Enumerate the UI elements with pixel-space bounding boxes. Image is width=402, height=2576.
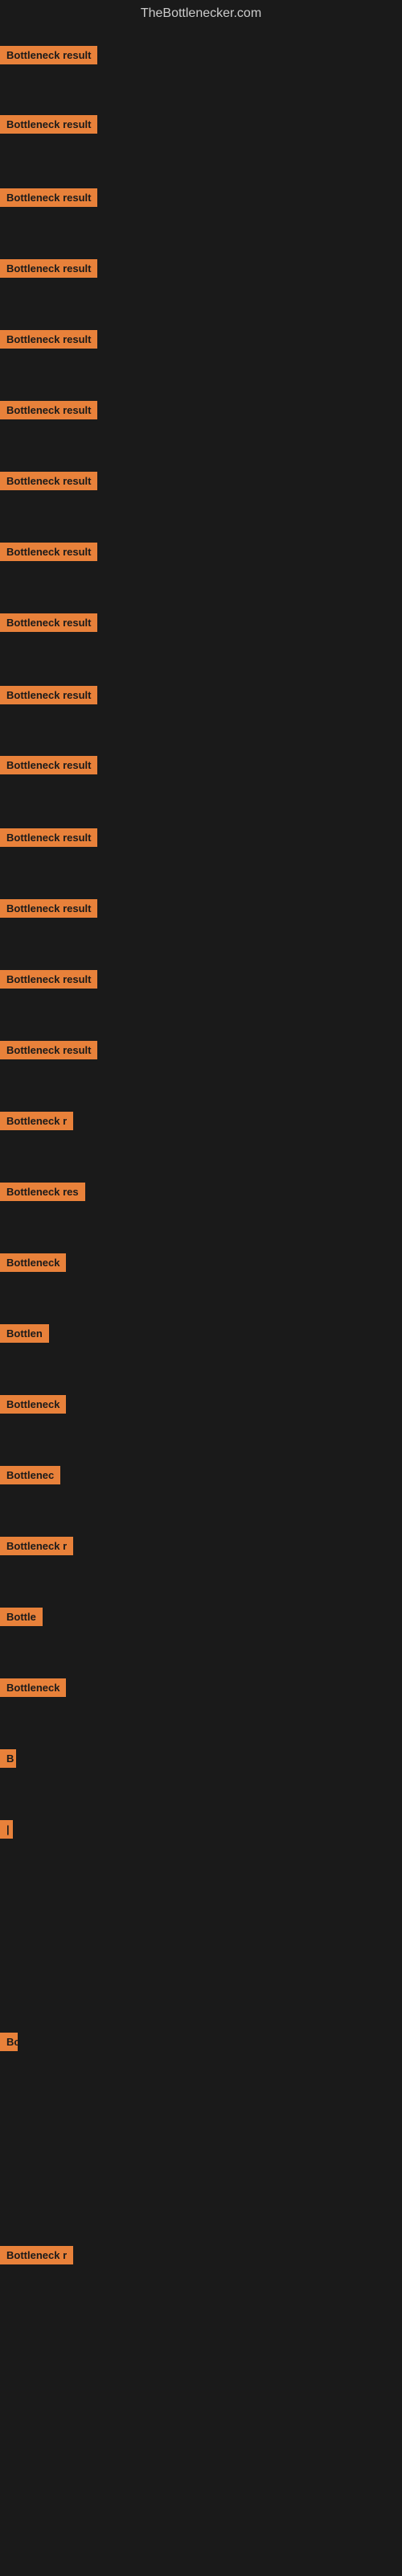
bottleneck-badge[interactable]: Bottleneck r (0, 1112, 73, 1130)
bottleneck-badge[interactable]: Bo (0, 2033, 18, 2051)
bottleneck-badge[interactable]: Bottleneck result (0, 543, 97, 561)
bottleneck-result-item: Bottleneck result (0, 899, 97, 922)
bottleneck-badge[interactable]: Bottlen (0, 1324, 49, 1343)
bottleneck-result-item: Bottleneck result (0, 543, 97, 565)
bottleneck-result-item: Bo (0, 2033, 18, 2055)
bottleneck-badge[interactable]: Bottleneck result (0, 188, 97, 207)
bottleneck-result-item: Bottleneck result (0, 472, 97, 494)
bottleneck-badge[interactable]: Bottleneck (0, 1395, 66, 1414)
bottleneck-result-item: Bottlenec (0, 1466, 60, 1488)
bottleneck-badge[interactable]: Bottleneck result (0, 46, 97, 64)
bottleneck-result-item: Bottleneck r (0, 1537, 73, 1559)
bottleneck-badge[interactable]: Bottleneck r (0, 1537, 73, 1555)
bottleneck-badge[interactable]: Bottleneck result (0, 899, 97, 918)
bottleneck-badge[interactable]: Bottleneck result (0, 115, 97, 134)
bottleneck-badge[interactable]: Bottleneck result (0, 613, 97, 632)
bottleneck-badge[interactable]: Bottleneck (0, 1253, 66, 1272)
bottleneck-badge[interactable]: Bottleneck result (0, 686, 97, 704)
bottleneck-result-item: Bottleneck r (0, 2246, 73, 2268)
bottleneck-result-item: Bottleneck result (0, 613, 97, 636)
bottleneck-result-item: | (0, 1820, 13, 1843)
site-title: TheBottlenecker.com (0, 0, 402, 27)
bottleneck-result-item: Bottlen (0, 1324, 49, 1347)
bottleneck-result-item: Bottleneck result (0, 46, 97, 68)
bottleneck-result-item: Bottleneck (0, 1678, 66, 1701)
bottleneck-badge[interactable]: Bottleneck result (0, 828, 97, 847)
bottleneck-result-item: Bottleneck result (0, 970, 97, 993)
bottleneck-result-item: Bottleneck result (0, 1041, 97, 1063)
bottleneck-result-item: Bottleneck (0, 1253, 66, 1276)
bottleneck-badge[interactable]: Bottleneck (0, 1678, 66, 1697)
bottleneck-result-item: Bottleneck result (0, 828, 97, 851)
bottleneck-badge[interactable]: Bottleneck res (0, 1183, 85, 1201)
bottleneck-badge[interactable]: Bottle (0, 1608, 43, 1626)
bottleneck-result-item: B (0, 1749, 16, 1772)
bottleneck-result-item: Bottleneck result (0, 401, 97, 423)
bottleneck-badge[interactable]: Bottleneck result (0, 401, 97, 419)
bottleneck-result-item: Bottle (0, 1608, 43, 1630)
bottleneck-result-item: Bottleneck res (0, 1183, 85, 1205)
bottleneck-badge[interactable]: Bottleneck result (0, 259, 97, 278)
bottleneck-badge[interactable]: Bottleneck result (0, 970, 97, 989)
bottleneck-badge[interactable]: Bottleneck result (0, 1041, 97, 1059)
bottleneck-badge[interactable]: B (0, 1749, 16, 1768)
bottleneck-result-item: Bottleneck result (0, 756, 97, 778)
bottleneck-result-item: Bottleneck r (0, 1112, 73, 1134)
bottleneck-result-item: Bottleneck result (0, 686, 97, 708)
bottleneck-result-item: Bottleneck result (0, 188, 97, 211)
bottleneck-badge[interactable]: Bottleneck r (0, 2246, 73, 2264)
bottleneck-badge[interactable]: Bottlenec (0, 1466, 60, 1484)
bottleneck-result-item: Bottleneck result (0, 330, 97, 353)
bottleneck-badge[interactable]: Bottleneck result (0, 330, 97, 349)
bottleneck-badge[interactable]: Bottleneck result (0, 756, 97, 774)
bottleneck-result-item: Bottleneck result (0, 115, 97, 138)
bottleneck-result-item: Bottleneck result (0, 259, 97, 282)
bottleneck-badge[interactable]: | (0, 1820, 13, 1839)
bottleneck-result-item: Bottleneck (0, 1395, 66, 1418)
bottleneck-badge[interactable]: Bottleneck result (0, 472, 97, 490)
